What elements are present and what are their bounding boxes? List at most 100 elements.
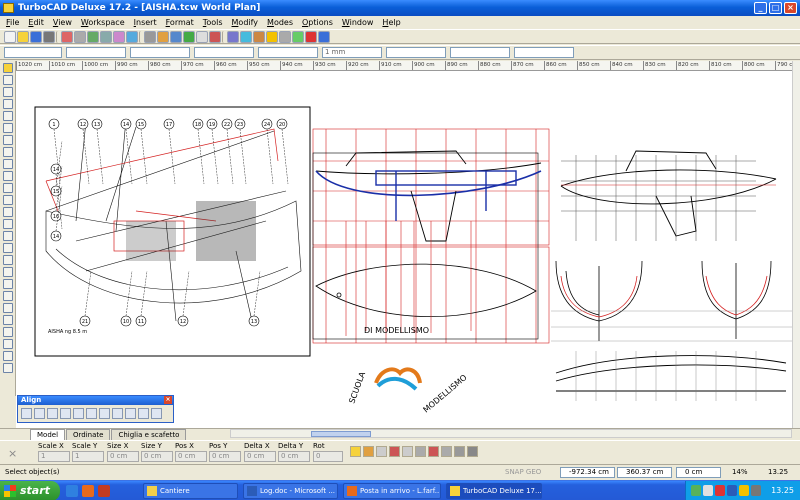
- task-log-doc[interactable]: Log.doc - Microsoft ...: [243, 483, 338, 499]
- align-tool-icon[interactable]: [125, 408, 136, 419]
- align-tool-icon[interactable]: [73, 408, 84, 419]
- toolbar-button-icon[interactable]: [74, 30, 86, 43]
- selection-tool-icon[interactable]: [350, 446, 361, 457]
- toolbar-button-icon[interactable]: [227, 30, 239, 43]
- toolbar-button-icon[interactable]: [43, 30, 55, 43]
- drawing-tool-icon[interactable]: [3, 99, 13, 109]
- color-combo[interactable]: [66, 47, 126, 58]
- align-tool-icon[interactable]: [99, 408, 110, 419]
- menu-modes[interactable]: Modes: [267, 18, 293, 27]
- cancel-selection-icon[interactable]: ×: [8, 447, 17, 460]
- drawing-tool-icon[interactable]: [3, 171, 13, 181]
- align-tool-icon[interactable]: [86, 408, 97, 419]
- toolbar-button-icon[interactable]: [30, 30, 42, 43]
- drawing-tool-icon[interactable]: [3, 207, 13, 217]
- menu-edit[interactable]: Edit: [28, 18, 44, 27]
- size-x-input[interactable]: 0 cm: [107, 451, 139, 462]
- start-button[interactable]: start: [0, 481, 60, 500]
- menu-insert[interactable]: Insert: [134, 18, 157, 27]
- y-coordinate[interactable]: 360.37 cm: [617, 467, 672, 478]
- messenger-icon[interactable]: [727, 485, 737, 496]
- scale-y-input[interactable]: 1: [72, 451, 104, 462]
- drawing-tool-icon[interactable]: [3, 87, 13, 97]
- drawing-tool-icon[interactable]: [3, 219, 13, 229]
- drawing-tool-icon[interactable]: [3, 147, 13, 157]
- menu-options[interactable]: Options: [302, 18, 333, 27]
- selection-tool-icon[interactable]: [402, 446, 413, 457]
- title-bar[interactable]: TurboCAD Deluxe 17.2 - [AISHA.tcw World …: [0, 0, 800, 16]
- update-icon[interactable]: [739, 485, 749, 496]
- horizontal-scrollbar[interactable]: [230, 429, 792, 438]
- toolbar-button-icon[interactable]: [126, 30, 138, 43]
- antivirus-icon[interactable]: [715, 485, 725, 496]
- menu-window[interactable]: Window: [342, 18, 374, 27]
- drawing-tool-icon[interactable]: [3, 183, 13, 193]
- media-icon[interactable]: [98, 485, 110, 497]
- toolbar-button-icon[interactable]: [279, 30, 291, 43]
- menu-tools[interactable]: Tools: [203, 18, 223, 27]
- selection-tool-icon[interactable]: [441, 446, 452, 457]
- align-palette-close-icon[interactable]: ×: [164, 396, 172, 404]
- select-tool-icon[interactable]: [3, 63, 13, 73]
- scale-x-input[interactable]: 1: [38, 451, 70, 462]
- toolbar-button-icon[interactable]: [100, 30, 112, 43]
- brush-combo[interactable]: [450, 47, 510, 58]
- layer-combo[interactable]: [4, 47, 62, 58]
- toolbar-button-icon[interactable]: [318, 30, 330, 43]
- drawing-tool-icon[interactable]: [3, 327, 13, 337]
- align-tool-icon[interactable]: [151, 408, 162, 419]
- pos-y-input[interactable]: 0 cm: [209, 451, 241, 462]
- drawing-tool-icon[interactable]: [3, 255, 13, 265]
- device-icon[interactable]: [751, 485, 761, 496]
- align-tool-icon[interactable]: [138, 408, 149, 419]
- fill-combo[interactable]: [514, 47, 574, 58]
- toolbar-button-icon[interactable]: [87, 30, 99, 43]
- toolbar-button-icon[interactable]: [266, 30, 278, 43]
- menu-view[interactable]: View: [53, 18, 72, 27]
- pos-x-input[interactable]: 0 cm: [175, 451, 207, 462]
- task-cantiere[interactable]: Cantiere: [143, 483, 238, 499]
- align-tool-icon[interactable]: [34, 408, 45, 419]
- menu-help[interactable]: Help: [382, 18, 400, 27]
- selection-tool-icon[interactable]: [454, 446, 465, 457]
- drawing-tool-icon[interactable]: [3, 267, 13, 277]
- drawing-tool-icon[interactable]: [3, 303, 13, 313]
- menu-modify[interactable]: Modify: [232, 18, 259, 27]
- x-coordinate[interactable]: -972.34 cm: [560, 467, 615, 478]
- toolbar-button-icon[interactable]: [209, 30, 221, 43]
- drawing-tool-icon[interactable]: [3, 123, 13, 133]
- minimize-button[interactable]: _: [754, 2, 767, 14]
- turbocad-app-icon[interactable]: [3, 3, 14, 13]
- align-tool-icon[interactable]: [47, 408, 58, 419]
- firefox-icon[interactable]: [82, 485, 94, 497]
- selection-tool-icon[interactable]: [363, 446, 374, 457]
- drawing-tool-icon[interactable]: [3, 243, 13, 253]
- toolbar-button-icon[interactable]: [183, 30, 195, 43]
- size-y-input[interactable]: 0 cm: [141, 451, 173, 462]
- drawing-tool-icon[interactable]: [3, 111, 13, 121]
- pattern-combo[interactable]: [194, 47, 254, 58]
- drawing-canvas[interactable]: 1 12 13 14 15 17 18 19 22 23 24 20 21 10 11 12 13 14 15 16 1…: [16, 71, 792, 428]
- selection-tool-icon[interactable]: [467, 446, 478, 457]
- snap-indicator[interactable]: SNAP GEO: [505, 465, 541, 479]
- selection-tool-icon[interactable]: [428, 446, 439, 457]
- task-posta[interactable]: Posta in arrivo - L.farf...: [343, 483, 441, 499]
- desktop-icon[interactable]: [66, 485, 78, 497]
- drawing-tool-icon[interactable]: [3, 75, 13, 85]
- toolbar-button-icon[interactable]: [196, 30, 208, 43]
- close-button[interactable]: ×: [784, 2, 797, 14]
- toolbar-button-icon[interactable]: [17, 30, 29, 43]
- drawing-tool-icon[interactable]: [3, 291, 13, 301]
- align-palette-title[interactable]: Align ×: [18, 396, 173, 405]
- toolbar-button-icon[interactable]: [240, 30, 252, 43]
- delta-y-input[interactable]: 0 cm: [278, 451, 310, 462]
- toolbar-button-icon[interactable]: [113, 30, 125, 43]
- vertical-scrollbar[interactable]: [792, 61, 800, 428]
- drawing-tool-icon[interactable]: [3, 195, 13, 205]
- toolbar-button-icon[interactable]: [170, 30, 182, 43]
- layerset-combo[interactable]: [386, 47, 446, 58]
- drawing-tool-icon[interactable]: [3, 339, 13, 349]
- align-tool-icon[interactable]: [21, 408, 32, 419]
- task-turbocad[interactable]: TurboCAD Deluxe 17....: [446, 483, 542, 499]
- drawing-tool-icon[interactable]: [3, 231, 13, 241]
